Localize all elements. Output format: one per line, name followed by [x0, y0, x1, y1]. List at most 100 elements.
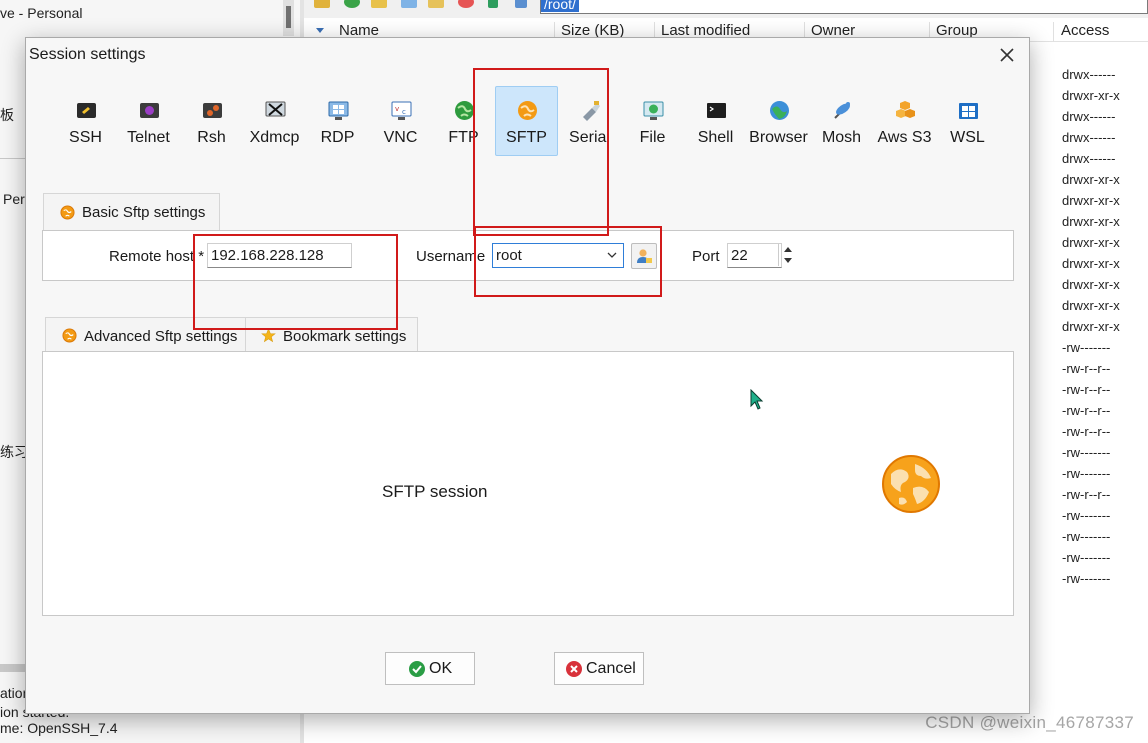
access-cell: -rw------- — [1062, 445, 1111, 460]
xdmcp-icon — [265, 101, 286, 117]
session-description: SFTP session — [382, 482, 488, 501]
session-type-label: WSL — [950, 129, 985, 146]
session-type-telnet[interactable]: Telnet — [117, 86, 180, 156]
serial-icon — [583, 101, 600, 121]
session-type-label: Telnet — [127, 129, 170, 146]
access-cell: -rw------- — [1062, 550, 1111, 565]
tab-label: Advanced Sftp settings — [84, 328, 238, 345]
user-manager-button[interactable] — [631, 243, 657, 269]
session-type-label: Rsh — [197, 129, 226, 146]
tab-bookmark-settings[interactable]: Bookmark settings — [245, 317, 418, 351]
session-type-sftp[interactable]: SFTP — [495, 86, 558, 156]
port-stepper[interactable] — [778, 244, 795, 267]
tab-label: Basic Sftp settings — [82, 204, 206, 221]
path-input[interactable]: /root/ — [540, 0, 1148, 14]
shell-icon — [707, 103, 726, 118]
session-type-vnc[interactable]: v c VNC — [369, 86, 432, 156]
access-cell: drwxr-xr-x — [1062, 193, 1120, 208]
dialog-title: Session settings — [29, 46, 146, 63]
port-input[interactable] — [727, 243, 782, 268]
close-button[interactable] — [995, 43, 1019, 67]
session-type-rsh[interactable]: Rsh — [180, 86, 243, 156]
username-select[interactable]: root — [492, 243, 624, 268]
ok-button[interactable]: OK — [385, 652, 475, 685]
new-file-icon[interactable] — [401, 0, 417, 8]
delete-icon[interactable] — [458, 0, 474, 8]
session-type-rdp[interactable]: RDP — [306, 86, 369, 156]
session-type-shell[interactable]: Shell — [684, 86, 747, 156]
username-value: root — [496, 247, 522, 264]
folder-icon[interactable] — [428, 0, 444, 8]
rsh-icon — [203, 103, 222, 118]
access-cell: -rw-r--r-- — [1062, 361, 1111, 376]
ftp-icon — [455, 101, 474, 120]
access-cell: drwxr-xr-x — [1062, 277, 1120, 292]
session-settings-dialog: Session settings SSH Telnet Rsh Xdmcp RDP v c V… — [25, 37, 1030, 714]
access-cell: drwx------ — [1062, 151, 1116, 166]
cancel-button[interactable]: Cancel — [554, 652, 644, 685]
tab-basic-sftp-settings[interactable]: Basic Sftp settings — [43, 193, 220, 231]
access-cell: drwx------ — [1062, 67, 1116, 82]
session-type-wsl[interactable]: WSL — [936, 86, 999, 156]
session-type-serial[interactable]: Serial — [558, 86, 621, 156]
session-type-label: Aws S3 — [877, 129, 932, 146]
access-cell: drwxr-xr-x — [1062, 298, 1120, 313]
port-label: Port — [692, 248, 720, 265]
rdp-icon — [328, 101, 349, 120]
wsl-icon — [959, 103, 978, 119]
access-cell: drwxr-xr-x — [1062, 88, 1120, 103]
left-pane-title: ve - Personal — [0, 5, 83, 21]
close-icon — [1000, 48, 1014, 62]
access-cell: -rw------- — [1062, 340, 1111, 355]
column-header-access[interactable]: Access — [1061, 22, 1148, 42]
parent-folder-icon[interactable] — [314, 0, 330, 8]
tab-label: Bookmark settings — [283, 328, 407, 345]
user-icon — [637, 249, 652, 263]
session-type-ftp[interactable]: FTP — [432, 86, 495, 156]
session-type-aws-s3[interactable]: Aws S3 — [873, 86, 936, 156]
download-icon[interactable] — [515, 0, 527, 8]
session-type-label: Xdmcp — [249, 129, 300, 146]
refresh-icon[interactable] — [344, 0, 360, 8]
ok-button-label: OK — [429, 660, 453, 677]
access-cell: drwxr-xr-x — [1062, 256, 1120, 271]
cancel-button-label: Cancel — [586, 660, 636, 677]
session-type-ssh[interactable]: SSH — [54, 86, 117, 156]
log-line: me: OpenSSH_7.4 — [0, 720, 118, 736]
left-pane-scrollbar[interactable] — [283, 0, 294, 36]
access-cell: -rw------- — [1062, 508, 1111, 523]
session-type-browser[interactable]: Browser — [747, 86, 810, 156]
horizontal-scrollbar[interactable] — [0, 664, 28, 672]
session-type-label: Shell — [697, 129, 734, 146]
access-cell: drwx------ — [1062, 109, 1116, 124]
session-type-label: SSH — [69, 129, 102, 146]
session-type-bar: SSH Telnet Rsh Xdmcp RDP v c VNC FTP SFTP Serial Fi… — [54, 86, 1014, 158]
mosh-icon — [834, 102, 850, 119]
session-type-label: File — [639, 129, 666, 146]
session-type-mosh[interactable]: Mosh — [810, 86, 873, 156]
left-pane-text: Per — [3, 191, 25, 207]
watermark: CSDN @weixin_46787337 — [925, 713, 1134, 732]
session-type-label: VNC — [383, 129, 418, 146]
stepper-down-icon[interactable] — [778, 255, 795, 266]
session-type-xdmcp[interactable]: Xdmcp — [243, 86, 306, 156]
svg-text:c: c — [402, 108, 406, 116]
session-type-label: FTP — [448, 129, 479, 146]
file-icon — [643, 101, 664, 120]
upload-icon[interactable] — [488, 0, 498, 8]
check-icon — [409, 661, 425, 677]
aws-s3-icon — [896, 101, 915, 118]
mouse-cursor-icon — [750, 389, 764, 410]
tab-advanced-sftp-settings[interactable]: Advanced Sftp settings — [45, 317, 246, 351]
access-cell: drwxr-xr-x — [1062, 172, 1120, 187]
sort-arrow-icon[interactable] — [316, 28, 324, 33]
remote-host-input[interactable] — [207, 243, 352, 268]
new-folder-icon[interactable] — [371, 0, 387, 8]
remote-host-label: Remote host * — [109, 248, 205, 265]
left-pane-text: 板 — [0, 107, 14, 123]
session-type-file[interactable]: File — [621, 86, 684, 156]
stepper-up-icon[interactable] — [778, 244, 795, 255]
access-cell: -rw-r--r-- — [1062, 382, 1111, 397]
access-cell: -rw-r--r-- — [1062, 403, 1111, 418]
access-cell: -rw-r--r-- — [1062, 424, 1111, 439]
